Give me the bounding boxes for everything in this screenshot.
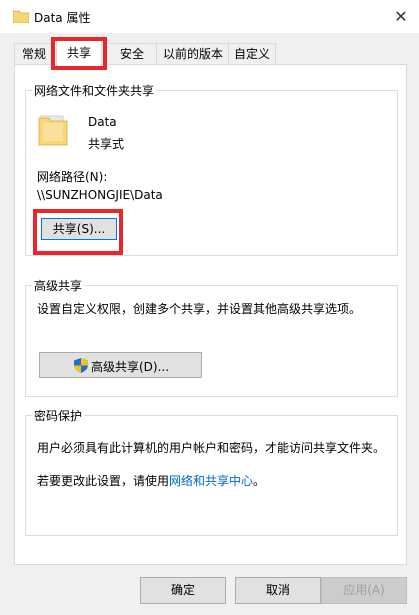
uac-shield-icon [74,358,88,373]
advanced-share-group-title: 高级共享 [32,277,85,294]
tab-customize[interactable]: 自定义 [228,43,276,65]
password-change-suffix: 。 [253,474,266,488]
title-bar: Data 属性 ✕ [0,0,419,33]
folder-name: Data [88,115,117,129]
advanced-share-button[interactable]: 高级共享(D)... [39,352,202,378]
properties-dialog: Data 属性 ✕ 常规 共享 安全 以前的版本 自定义 网络文件和文件夹共享 … [0,0,419,615]
folder-icon [13,10,29,23]
shared-folder-icon [38,115,68,146]
advanced-share-button-label: 高级共享(D)... [91,360,170,374]
password-description: 用户必须具有此计算机的用户帐户和密码，才能访问共享文件夹。 [37,441,386,455]
password-change-text: 若要更改此设置，请使用网络和共享中心。 [37,472,265,489]
apply-button[interactable]: 应用(A) [321,577,407,604]
tab-sharing[interactable]: 共享 [56,40,102,66]
folder-share-status: 共享式 [88,137,125,151]
advanced-share-description: 设置自定义权限，创建多个共享，并设置其他高级共享选项。 [37,302,362,316]
ok-button[interactable]: 确定 [140,577,226,604]
password-protection-group-title: 密码保护 [32,407,85,424]
network-share-group-title: 网络文件和文件夹共享 [32,82,157,99]
network-path-label: 网络路径(N): [37,170,108,184]
network-sharing-center-link[interactable]: 网络和共享中心 [169,474,253,488]
tab-previous-versions[interactable]: 以前的版本 [156,43,230,65]
password-change-prefix: 若要更改此设置，请使用 [37,474,170,488]
share-button[interactable]: 共享(S)... [41,218,117,240]
cancel-button[interactable]: 取消 [235,577,321,604]
tab-security[interactable]: 安全 [106,43,158,65]
sharing-tab-panel: 网络文件和文件夹共享 Data 共享式 网络路径(N): \\SUNZHONGJ… [14,64,407,565]
window-title: Data 属性 [34,11,91,25]
network-path-value: \\SUNZHONGJIE\Data [37,188,163,202]
close-button[interactable]: ✕ [383,0,419,33]
tab-general[interactable]: 常规 [14,43,54,65]
